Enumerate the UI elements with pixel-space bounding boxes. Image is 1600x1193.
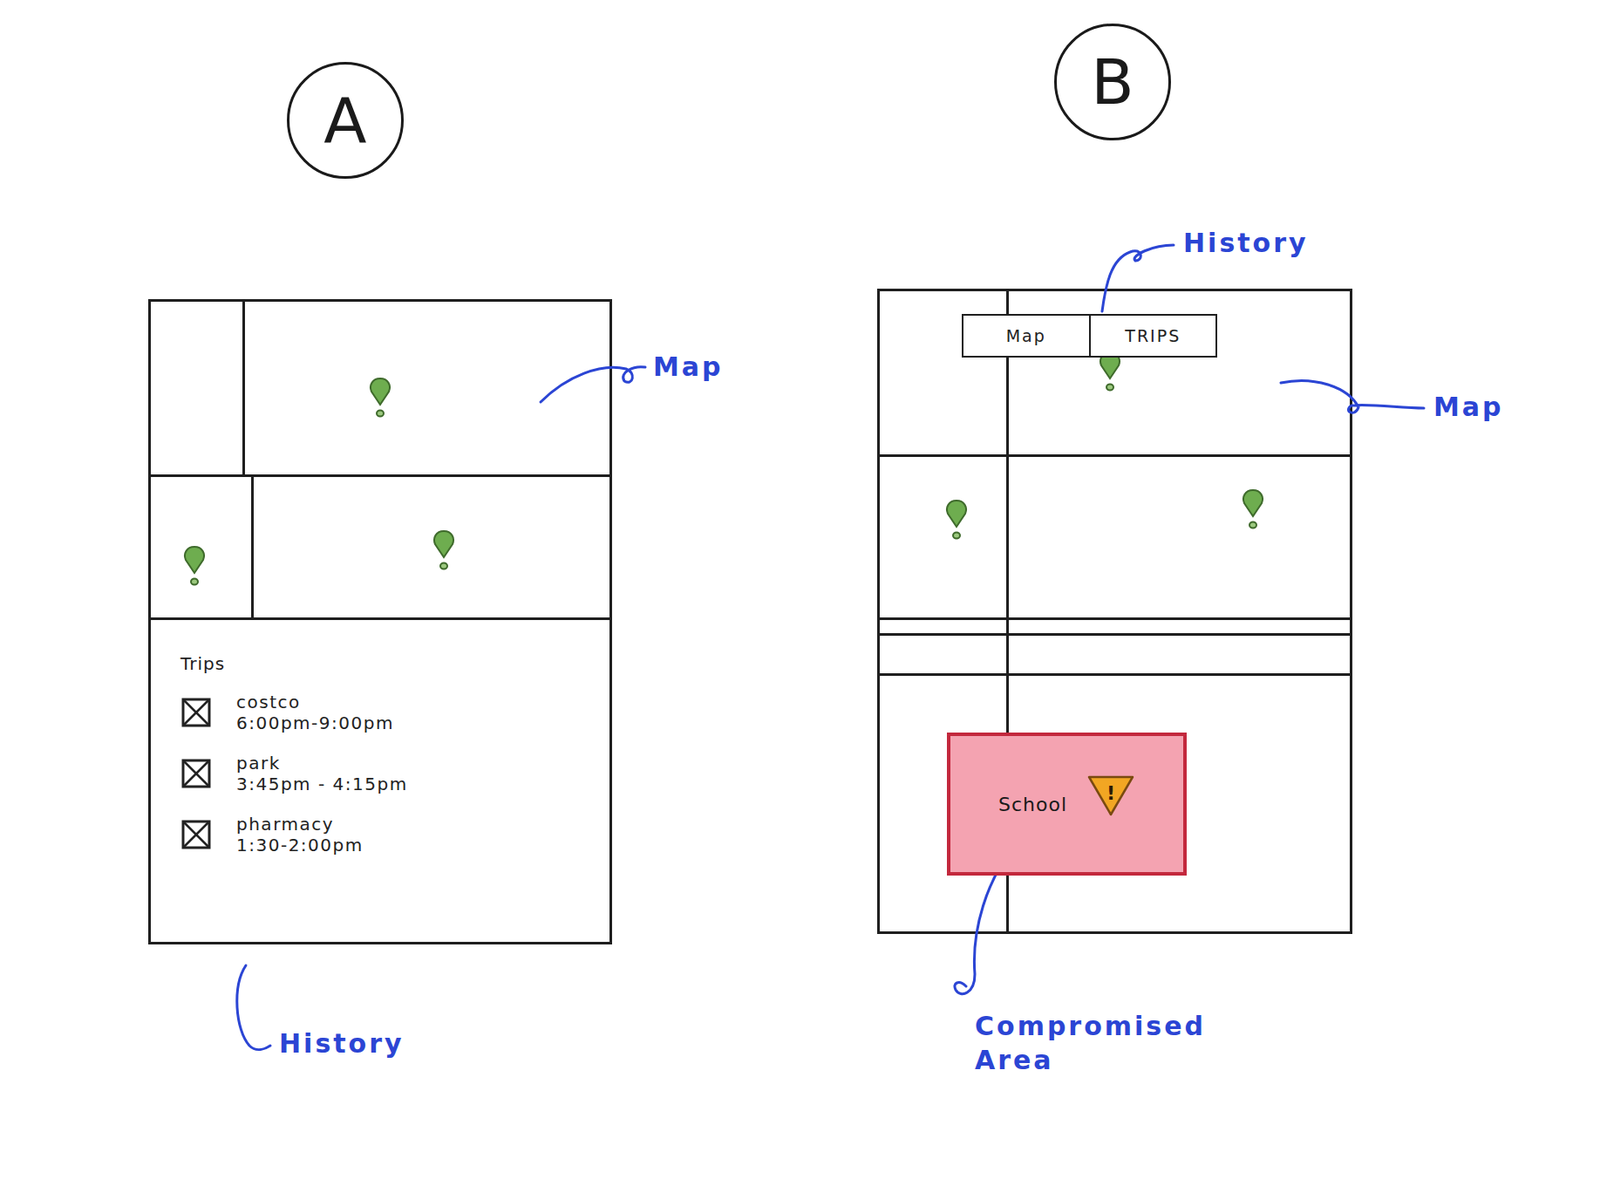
wireframe-b: MapTRIPS School! <box>877 288 1353 934</box>
trip-time: 3:45pm - 4:15pm <box>236 773 409 795</box>
sketch-b: BMapTRIPSSchool!HistoryMapCompromised Ar… <box>877 23 1353 934</box>
map-block <box>245 301 610 475</box>
map-block <box>879 456 1009 618</box>
map-pin-icon[interactable] <box>1239 488 1267 532</box>
zone-label: School <box>998 793 1068 816</box>
map-block <box>150 476 254 618</box>
map-block-row <box>879 619 1350 636</box>
annotation: Map <box>653 349 724 384</box>
map-block-row <box>150 476 610 618</box>
map-block <box>1008 635 1350 674</box>
view-toggle: MapTRIPS <box>961 313 1218 358</box>
map-block <box>1008 456 1350 618</box>
wireframe-a: Trips costco6:00pm-9:00pm park3:45pm - 4:1… <box>148 299 613 945</box>
trip-place: costco <box>236 691 395 713</box>
trip-item[interactable]: costco6:00pm-9:00pm <box>180 691 593 734</box>
map-block-row <box>879 456 1350 620</box>
trip-time: 1:30-2:00pm <box>236 834 364 856</box>
sketch-label: B <box>1054 23 1172 141</box>
map-pin-icon[interactable] <box>430 529 457 573</box>
map-block <box>879 635 1009 674</box>
trip-checkbox-icon[interactable] <box>180 757 212 790</box>
sketch-label: A <box>286 61 404 179</box>
map[interactable] <box>150 301 610 620</box>
map-pin-icon[interactable] <box>367 376 394 421</box>
annotation: History <box>1183 225 1309 260</box>
trip-place: park <box>236 752 409 774</box>
trip-item[interactable]: park3:45pm - 4:15pm <box>180 752 593 795</box>
warning-icon: ! <box>1086 773 1136 818</box>
annotation: Map <box>1433 389 1505 424</box>
map-block <box>879 619 1009 634</box>
connector-lines <box>877 23 1540 1114</box>
trip-history: Trips costco6:00pm-9:00pm park3:45pm - 4:1… <box>150 619 610 942</box>
sketch-a: A Trips costco6:00pm-9:00pm park3:45pm - 4:… <box>148 61 613 945</box>
map-block <box>253 476 610 618</box>
trip-item[interactable]: pharmacy1:30-2:00pm <box>180 813 593 856</box>
connector-lines <box>148 61 759 1152</box>
map-pin-icon[interactable] <box>181 544 208 589</box>
map[interactable]: MapTRIPS School! <box>879 291 1350 932</box>
trip-time: 6:00pm-9:00pm <box>236 712 395 734</box>
annotation: Compromised Area <box>974 1008 1237 1077</box>
map-block-row <box>879 635 1350 676</box>
annotation: History <box>279 1026 405 1061</box>
map-pin-icon[interactable] <box>943 498 970 543</box>
view-tab[interactable]: Map <box>963 315 1090 356</box>
svg-text:!: ! <box>1106 782 1116 804</box>
compromised-area[interactable]: School! <box>946 732 1187 876</box>
map-block <box>1008 619 1350 634</box>
view-tab[interactable]: TRIPS <box>1089 315 1217 356</box>
map-block <box>150 301 246 475</box>
history-title: Trips <box>180 653 593 675</box>
trip-checkbox-icon[interactable] <box>180 696 212 729</box>
trip-checkbox-icon[interactable] <box>180 818 212 851</box>
trip-place: pharmacy <box>236 813 364 835</box>
sketch-page: A Trips costco6:00pm-9:00pm park3:45pm - 4:… <box>0 0 1600 1193</box>
